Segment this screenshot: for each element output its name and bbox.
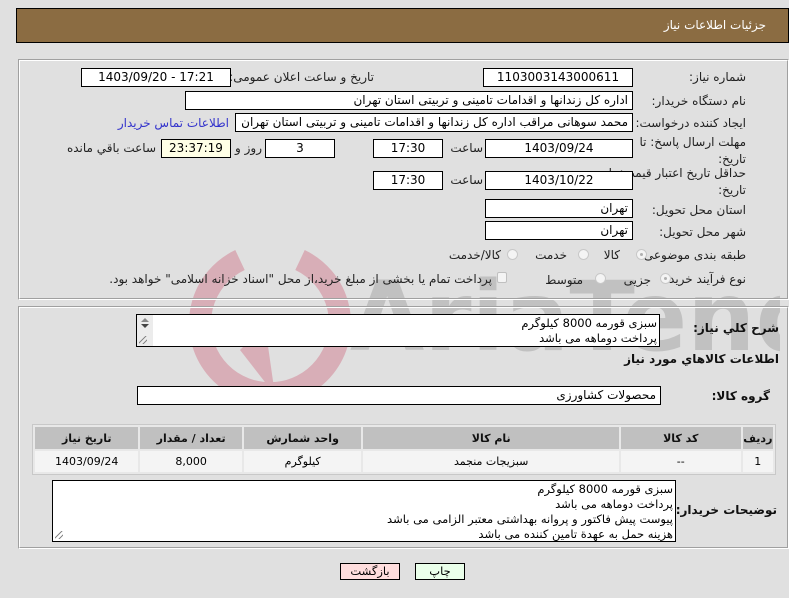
category-label: طبقه بندی موضوعی: — [639, 248, 746, 262]
remaining-time: 23:37:19 — [161, 139, 231, 158]
back-button[interactable]: بازگشت — [340, 563, 400, 580]
category-option-goods: کالا — [603, 248, 620, 262]
col-row-number: ردیف — [742, 427, 773, 449]
purchase-type-option-minor: جزیی — [623, 273, 651, 287]
goods-group-label: گروه کالا: — [711, 389, 770, 403]
general-desc-line: پرداخت دوماهه می باشد — [539, 331, 657, 345]
reply-deadline-label-line2: تاریخ: — [718, 152, 746, 166]
col-goods-code: کد کالا — [620, 427, 741, 449]
goods-table: ردیف کد کالا نام کالا واحد شمارش تعداد /… — [32, 424, 776, 475]
purchase-type-radio-minor[interactable] — [660, 273, 671, 284]
need-number-label: شماره نیاز: — [689, 70, 746, 84]
treasury-checkbox-label: پرداخت تمام یا بخشی از مبلغ خرید،از محل … — [109, 272, 492, 286]
reply-deadline-time-label: ساعت — [450, 141, 483, 155]
print-button[interactable]: چاپ — [415, 563, 465, 580]
reply-deadline-label-line1: مهلت ارسال پاسخ: تا — [639, 135, 746, 149]
announce-datetime-field: 1403/09/20 - 17:21 — [81, 68, 231, 87]
price-validity-label-line2: تاریخ: — [718, 183, 746, 197]
cell-goods-name: سبزیجات منجمد — [363, 451, 619, 472]
reply-deadline-date: 1403/09/24 — [485, 139, 633, 158]
buyer-contact-link[interactable]: اطلاعات تماس خریدار — [118, 116, 229, 130]
days-label: روز و — [235, 141, 262, 155]
remaining-days: 3 — [265, 139, 335, 158]
category-option-service: خدمت — [535, 248, 567, 262]
cell-row-number: 1 — [742, 451, 773, 472]
goods-section-title: اطلاعات کالاهاي مورد نیاز — [624, 352, 779, 366]
remaining-time-label: ساعت باقي مانده — [66, 141, 156, 155]
page-title: جزئیات اطلاعات نیاز — [663, 18, 766, 32]
cell-goods-code: -- — [620, 451, 741, 472]
col-quantity: تعداد / مقدار — [140, 427, 242, 449]
buyer-notes-textarea[interactable]: سبزی قورمه 8000 کیلوگرم پرداخت دوماهه می… — [52, 480, 676, 542]
requester-field: محمد سوهانی مراقب اداره کل زندانها و اقد… — [235, 113, 633, 132]
purchase-type-radio-medium[interactable] — [595, 273, 606, 284]
category-option-goods-service: کالا/خدمت — [448, 248, 501, 262]
purchase-type-option-medium: متوسط — [545, 273, 583, 287]
delivery-city-label: شهر محل تحویل: — [659, 225, 746, 239]
requester-label: ایجاد کننده درخواست: — [635, 116, 746, 130]
delivery-city-field: تهران — [485, 221, 633, 240]
category-radio-goods-service[interactable] — [507, 249, 518, 260]
resize-handle-icon[interactable] — [139, 336, 147, 344]
goods-table-header: ردیف کد کالا نام کالا واحد شمارش تعداد /… — [35, 427, 773, 449]
col-need-date: تاریخ نیاز — [35, 427, 139, 449]
delivery-province-label: استان محل تحویل: — [651, 203, 746, 217]
buyer-org-label: نام دستگاه خریدار: — [651, 94, 747, 108]
col-goods-name: نام کالا — [363, 427, 619, 449]
price-validity-time-label: ساعت — [450, 173, 483, 187]
price-validity-date: 1403/10/22 — [485, 171, 633, 190]
table-row: 1 -- سبزیجات منجمد کیلوگرم 8,000 1403/09… — [35, 451, 773, 472]
purchase-type-label: نوع فرآیند خرید : — [661, 272, 746, 286]
general-desc-label: شرح کلي نیاز: — [693, 321, 779, 335]
goods-group-field: محصولات کشاورزی — [137, 386, 661, 405]
category-radio-goods[interactable] — [636, 249, 647, 260]
buyer-org-field: اداره کل زندانها و اقدامات تامینی و تربی… — [185, 91, 633, 110]
resize-handle-icon[interactable] — [55, 531, 63, 539]
col-unit: واحد شمارش — [243, 427, 362, 449]
price-validity-time: 17:30 — [373, 171, 443, 190]
page-header: جزئیات اطلاعات نیاز — [16, 8, 789, 43]
treasury-checkbox[interactable] — [497, 272, 507, 283]
general-desc-line: سبزی قورمه 8000 کیلوگرم — [521, 316, 657, 330]
delivery-province-field: تهران — [485, 199, 633, 218]
buyer-notes-line: هزینه حمل به عهدة تامین کننده می باشد — [478, 527, 673, 541]
announce-datetime-label: تاریخ و ساعت اعلان عمومی: — [229, 70, 374, 84]
cell-quantity: 8,000 — [140, 451, 242, 472]
buyer-notes-line: پرداخت دوماهه می باشد — [555, 497, 673, 511]
buyer-notes-line: سبزی قورمه 8000 کیلوگرم — [537, 482, 673, 496]
need-number-field: 1103003143000611 — [483, 68, 633, 87]
general-desc-textarea[interactable]: سبزی قورمه 8000 کیلوگرم پرداخت دوماهه می… — [136, 314, 660, 347]
reply-deadline-time: 17:30 — [373, 139, 443, 158]
cell-need-date: 1403/09/24 — [35, 451, 139, 472]
buyer-notes-label: توضیحات خریدار: — [675, 503, 777, 517]
cell-unit: کیلوگرم — [243, 451, 362, 472]
buyer-notes-line: پیوست پیش فاکتور و پروانه بهداشتی معتبر … — [387, 512, 673, 526]
category-radio-service[interactable] — [578, 249, 589, 260]
